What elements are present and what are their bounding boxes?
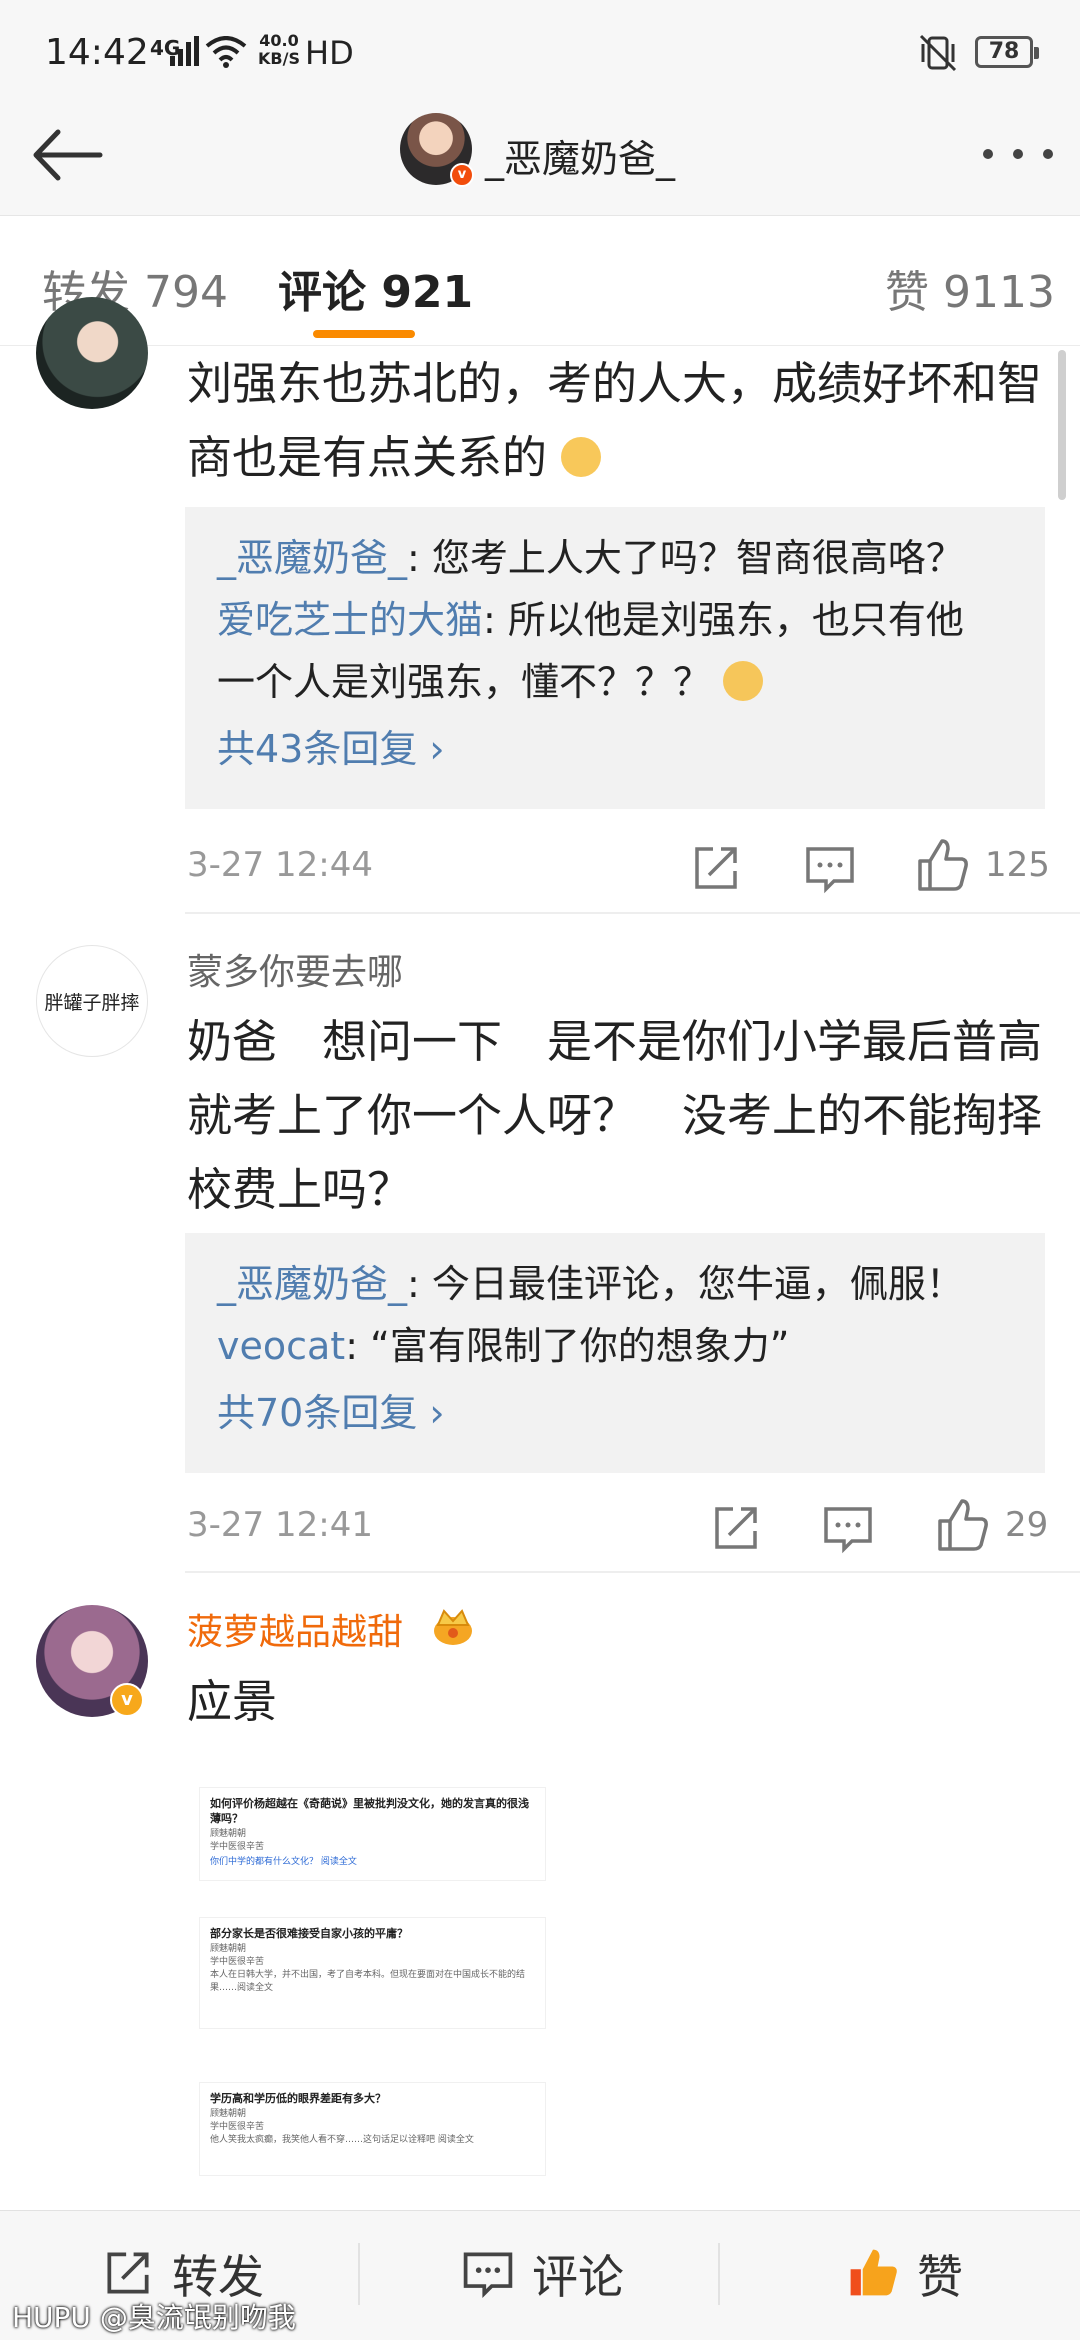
sweat-emoji-icon xyxy=(723,660,764,701)
share-button[interactable] xyxy=(705,1497,765,1557)
status-time: 14:42 xyxy=(45,32,149,73)
bottom-comment-label: 评论 xyxy=(532,2250,624,2304)
nav-title[interactable]: _恶魔奶爸_ xyxy=(485,128,675,183)
commenter-avatar[interactable] xyxy=(36,297,148,409)
reply-text: : 今日最佳评论，您牛逼，佩服！ xyxy=(407,1262,964,1306)
reply-author[interactable]: _恶魔奶爸_ xyxy=(217,536,407,580)
comment-text: 奶爸 想问一下 是不是你们小学最后普高 就考上了你一个人呀？ 没考上的不能掏择 … xyxy=(187,1005,1047,1227)
speed-value: 40.0 xyxy=(259,31,299,50)
bottom-divider xyxy=(358,2243,360,2305)
commenter-name[interactable]: 菠萝越品越甜 xyxy=(187,1603,403,1655)
image-excerpt: 本人在日韩大学，并不出国，考了自考本科。但现在要面对在中国成长不能的结果……阅读… xyxy=(210,1970,526,1993)
share-icon xyxy=(715,1507,757,1549)
comment-text: 刘强东也苏北的，考的人大，成绩好坏和智 商也是有点关系的 xyxy=(187,347,1047,495)
comment-item: v 菠萝越品越甜 应景 如何评价杨超越在《奇葩说》里被批判没文化，她的发言真的很… xyxy=(0,1573,1080,2210)
image-author: 顾魅朝朝 xyxy=(210,2109,247,2119)
reply-button[interactable] xyxy=(818,1497,878,1557)
battery-indicator: 78 xyxy=(975,36,1039,68)
reply-line: _恶魔奶爸_: 您考上人大了吗？智商很高咯？ xyxy=(217,527,1013,589)
active-tab-indicator xyxy=(313,330,415,338)
bottom-divider xyxy=(718,2243,720,2305)
signal-icon xyxy=(170,36,199,66)
top-nav-bar: v _恶魔奶爸_ xyxy=(0,100,1080,216)
like-count: 29 xyxy=(1005,1505,1049,1545)
thumbs-up-icon xyxy=(938,1499,988,1551)
wifi-icon xyxy=(205,36,247,68)
image-subtitle: 学中医很辛苦 xyxy=(210,1957,265,1967)
crown-badge-icon xyxy=(434,1609,472,1645)
tab-comments[interactable]: 评论 921 xyxy=(278,256,473,320)
verified-badge-icon: v xyxy=(450,163,474,187)
comment-item: 刘强东也苏北的，考的人大，成绩好坏和智 商也是有点关系的 _恶魔奶爸_: 您考上… xyxy=(0,297,1080,914)
reply-text: : 您考上人大了吗？智商很高咯？ xyxy=(407,536,964,580)
reply-preview-box[interactable]: _恶魔奶爸_: 您考上人大了吗？智商很高咯？ 爱吃芝士的大猫: 所以他是刘强东，… xyxy=(185,507,1045,809)
commenter-avatar[interactable]: 胖罐子胖摔 xyxy=(36,945,148,1057)
comment-image[interactable]: 如何评价杨超越在《奇葩说》里被批判没文化，她的发言真的很浅薄吗？ 顾魅朝朝 学中… xyxy=(200,1788,545,1880)
comment-text: 应景 xyxy=(187,1675,278,1728)
comment-image[interactable]: 学历高和学历低的眼界差距有多大？ 顾魅朝朝 学中医很辛苦 他人笑我太疯癫，我笑他… xyxy=(200,2083,545,2175)
commenter-name[interactable]: 蒙多你要去哪 xyxy=(187,943,403,995)
repost-icon xyxy=(107,2252,149,2294)
like-button[interactable] xyxy=(912,835,972,895)
image-excerpt: 他人笑我太疯癫，我笑他人看不穿……这句话足以诠释吧 阅读全文 xyxy=(210,2135,474,2145)
image-excerpt: 你们中学的都有什么文化？ 阅读全文 xyxy=(210,1857,357,1867)
image-author: 顾魅朝朝 xyxy=(210,1829,247,1839)
share-button[interactable] xyxy=(685,837,745,897)
image-subtitle: 学中医很辛苦 xyxy=(210,1842,265,1852)
avatar-text: 胖罐子胖摔 xyxy=(44,991,140,1014)
comment-text-line: 商也是有点关系的 xyxy=(187,431,548,484)
reply-preview-box[interactable]: _恶魔奶爸_: 今日最佳评论，您牛逼，佩服！ veocat: “富有限制了你的想… xyxy=(185,1233,1045,1473)
reply-line: _恶魔奶爸_: 今日最佳评论，您牛逼，佩服！ xyxy=(217,1253,1013,1315)
thumbs-up-icon xyxy=(850,2249,897,2296)
reply-author[interactable]: 爱吃芝士的大猫 xyxy=(217,598,483,642)
more-options-icon[interactable] xyxy=(978,144,1058,164)
reply-button[interactable] xyxy=(800,837,860,897)
comment-time: 3-27 12:41 xyxy=(187,1505,373,1545)
mute-vibrate-icon xyxy=(919,34,957,72)
reply-author[interactable]: _恶魔奶爸_ xyxy=(217,1262,407,1306)
comment-time: 3-27 12:44 xyxy=(187,845,373,885)
reply-text: : 所以他是刘强东，也只有他 xyxy=(483,598,964,642)
reply-line: 一个人是刘强东，懂不？？？ xyxy=(217,651,1013,713)
reply-text: : “富有限制了你的想象力” xyxy=(345,1324,790,1368)
image-subtitle: 学中医很辛苦 xyxy=(210,2122,265,2132)
back-arrow-icon[interactable] xyxy=(28,120,108,190)
reply-line: veocat: “富有限制了你的想象力” xyxy=(217,1315,1013,1377)
reply-author[interactable]: veocat xyxy=(217,1324,345,1368)
image-question: 部分家长是否很难接受自家小孩的平庸？ xyxy=(210,1927,408,1940)
doge-emoji-icon xyxy=(561,437,602,477)
comment-text-line: 就考上了你一个人呀？ 没考上的不能掏择 xyxy=(187,1089,1043,1142)
comment-icon xyxy=(463,2252,513,2299)
view-replies-link[interactable]: 共43条回复 › xyxy=(217,713,1013,785)
share-icon xyxy=(695,847,737,889)
like-count: 125 xyxy=(985,845,1050,885)
comment-image[interactable]: 部分家长是否很难接受自家小孩的平庸？ 顾魅朝朝 学中医很辛苦 本人在日韩大学，并… xyxy=(200,1918,545,2028)
hd-indicator: HD xyxy=(305,34,354,72)
thumbs-up-icon xyxy=(918,839,968,891)
comment-text-line: 奶爸 想问一下 是不是你们小学最后普高 xyxy=(187,1015,1043,1068)
tab-likes[interactable]: 赞 9113 xyxy=(885,256,1055,320)
post-tabs: 转发 794 评论 921 赞 9113 xyxy=(0,216,1080,346)
reply-text: 一个人是刘强东，懂不？？？ xyxy=(217,660,712,704)
comment-icon xyxy=(806,847,854,894)
view-replies-link[interactable]: 共70条回复 › xyxy=(217,1377,1013,1449)
watermark: HUPU @臭流氓别吻我 xyxy=(12,2301,296,2334)
comment-icon xyxy=(824,1507,872,1554)
verified-badge-icon: v xyxy=(110,1683,144,1717)
comment-item: 胖罐子胖摔 蒙多你要去哪 奶爸 想问一下 是不是你们小学最后普高 就考上了你一个… xyxy=(0,913,1080,1573)
reply-line: 爱吃芝士的大猫: 所以他是刘强东，也只有他 xyxy=(217,589,1013,651)
status-bar: 14:42 4G 40.0 KB/S HD 78 xyxy=(0,0,1080,100)
image-author: 顾魅朝朝 xyxy=(210,1944,247,1954)
like-button[interactable] xyxy=(932,1495,992,1555)
comment-text-line: 刘强东也苏北的，考的人大，成绩好坏和智 xyxy=(187,357,1043,410)
image-question: 学历高和学历低的眼界差距有多大？ xyxy=(210,2092,386,2105)
network-speed: 40.0 KB/S xyxy=(258,32,300,68)
bottom-like-label: 赞 xyxy=(917,2250,963,2304)
speed-unit: KB/S xyxy=(258,49,300,68)
image-question: 如何评价杨超越在《奇葩说》里被批判没文化，她的发言真的很浅薄吗？ xyxy=(210,1797,529,1825)
comment-text-line: 校费上吗？ xyxy=(187,1163,413,1216)
